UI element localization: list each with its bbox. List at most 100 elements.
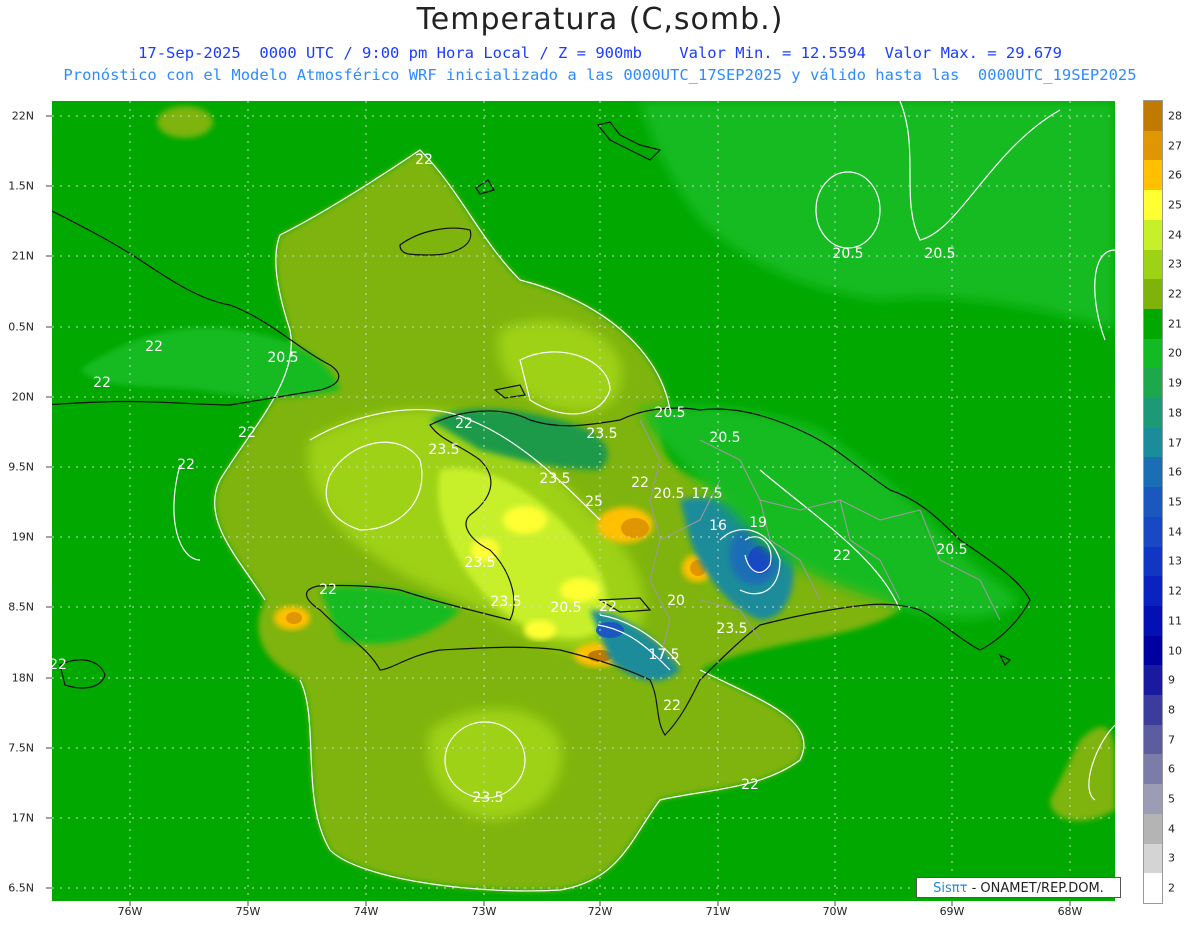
colorbar-label: 3 (1168, 851, 1175, 865)
colorbar-swatch (1144, 695, 1162, 726)
colorbar-label: 18 (1168, 406, 1182, 420)
contour-label: 20.5 (267, 350, 298, 366)
longitude-label: 75W (235, 905, 261, 918)
temperature-map: 222220.522222223.523.523.5252220.517.516… (46, 101, 1115, 906)
latitude-label: 20N (11, 390, 34, 404)
colorbar-swatch (1144, 516, 1162, 548)
colorbar-swatch (1144, 398, 1162, 429)
colorbar-label: 20 (1168, 346, 1182, 360)
contour-label: 20 (667, 593, 685, 609)
contour-label: 20.5 (654, 405, 685, 421)
colorbar-label: 14 (1168, 525, 1182, 539)
colorbar-swatch (1144, 724, 1162, 755)
colorbar-label: 16 (1168, 465, 1182, 479)
contour-label: 22 (93, 375, 111, 391)
colorbar-swatch (1144, 427, 1162, 458)
contour-label: 22 (599, 599, 617, 615)
colorbar-label: 13 (1168, 554, 1182, 568)
colorbar-label: 12 (1168, 584, 1182, 598)
colorbar-swatch (1144, 873, 1162, 904)
colorbar-label: 28 (1168, 109, 1182, 123)
longitude-label: 73W (471, 905, 497, 918)
colorbar-label: 11 (1168, 614, 1182, 628)
contour-label: 22 (49, 657, 67, 673)
colorbar-label: 6 (1168, 762, 1175, 776)
colorbar-label: 22 (1168, 287, 1182, 301)
colorbar-swatch (1144, 635, 1162, 666)
colorbar-label: 17 (1168, 436, 1182, 450)
colorbar-swatch (1144, 665, 1162, 696)
contour-label: 23.5 (490, 594, 521, 610)
colorbar-swatch (1144, 487, 1162, 518)
latitude-label: 18N (11, 671, 34, 685)
colorbar-label: 19 (1168, 376, 1182, 390)
colorbar-swatch (1144, 546, 1162, 577)
contour-label: 22 (415, 152, 433, 168)
contour-label: 22 (663, 698, 681, 714)
credit-text: - ONAMET/REP.DOM. (971, 881, 1104, 896)
longitude-label: 70W (822, 905, 848, 918)
latitude-label: 22N (11, 109, 34, 123)
latitude-label: 1.5N (8, 179, 34, 193)
colorbar-label: 4 (1168, 822, 1175, 836)
colorbar-swatch (1144, 160, 1162, 191)
contour-label: 22 (145, 339, 163, 355)
latitude-label: 21N (11, 249, 34, 263)
colorbar-label: 25 (1168, 198, 1182, 212)
longitude-label: 69W (939, 905, 965, 918)
contour-label: 23.5 (539, 471, 570, 487)
longitude-label: 74W (353, 905, 379, 918)
colorbar-swatch (1144, 368, 1162, 399)
colorbar-label: 27 (1168, 139, 1182, 153)
contour-label: 22 (238, 425, 256, 441)
longitude-label: 76W (117, 905, 143, 918)
contour-label: 23.5 (464, 555, 495, 571)
colorbar-swatch (1144, 249, 1162, 280)
colorbar-label: 24 (1168, 228, 1182, 242)
latitude-label: 9.5N (8, 460, 34, 474)
colorbar-label: 15 (1168, 495, 1182, 509)
contour-label: 19 (749, 515, 767, 531)
colorbar-swatch (1144, 605, 1162, 637)
contour-label: 25 (585, 494, 603, 510)
colorbar-swatch (1144, 219, 1162, 251)
contour-label: 23.5 (472, 790, 503, 806)
colorbar-swatch (1144, 754, 1162, 785)
contour-label: 22 (319, 582, 337, 598)
latitude-label: 6.5N (8, 881, 34, 895)
colorbar-label: 26 (1168, 168, 1182, 182)
colorbar-swatch (1144, 101, 1162, 132)
map-field (52, 101, 1115, 901)
colorbar-label: 5 (1168, 792, 1175, 806)
contour-label: 20.5 (832, 246, 863, 262)
contour-label: 23.5 (586, 426, 617, 442)
contour-label: 20.5 (924, 246, 955, 262)
colorbar-swatch (1144, 130, 1162, 161)
contour-label: 22 (455, 416, 473, 432)
contour-label: 17.5 (648, 647, 679, 663)
contour-label: 20.5 (653, 486, 684, 502)
longitude-label: 72W (587, 905, 613, 918)
colorbar-swatch (1144, 576, 1162, 607)
colorbar-swatch (1144, 279, 1162, 310)
colorbar-label: 8 (1168, 703, 1175, 717)
colorbar-swatch (1144, 457, 1162, 488)
contour-label: 22 (177, 457, 195, 473)
sispi-logo: Sisπτ (933, 881, 968, 896)
longitude-label: 71W (705, 905, 731, 918)
colorbar: 28 27 26 25 24 23 22 21 20 19 18 17 16 15 14 13 12 11 10 9 8… (1143, 100, 1182, 904)
longitude-label: 68W (1057, 905, 1083, 918)
contour-label: 22 (741, 777, 759, 793)
contour-label: 22 (833, 548, 851, 564)
colorbar-swatch (1144, 784, 1162, 815)
contour-label: 23.5 (428, 442, 459, 458)
latitude-label: 17N (11, 811, 34, 825)
contour-label: 17.5 (691, 486, 722, 502)
latitude-label: 8.5N (8, 600, 34, 614)
colorbar-label: 9 (1168, 673, 1175, 687)
colorbar-swatch (1144, 813, 1162, 845)
contour-label: 22 (631, 475, 649, 491)
colorbar-label: 23 (1168, 257, 1182, 271)
colorbar-swatch (1144, 338, 1162, 369)
latitude-label: 0.5N (8, 320, 34, 334)
